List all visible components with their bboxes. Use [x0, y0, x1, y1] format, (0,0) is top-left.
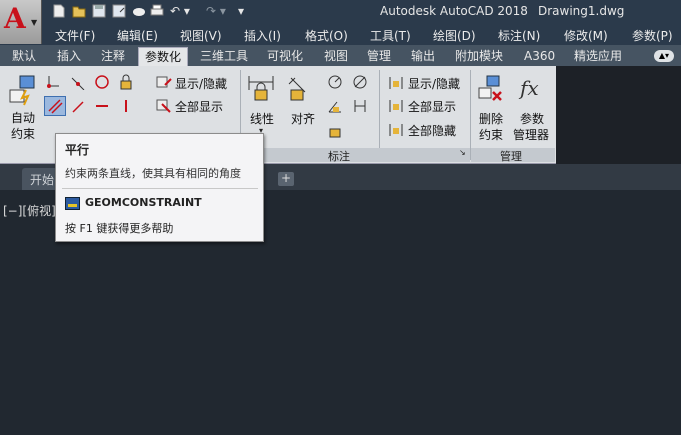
redo-icon[interactable]: ↷ ▾ — [206, 4, 226, 18]
dim-show-hide-icon[interactable] — [388, 75, 404, 91]
menu-edit[interactable]: 编辑(E) — [117, 27, 158, 44]
tab-3d-tools[interactable]: 三维工具 — [198, 47, 250, 66]
dim-show-all-icon[interactable] — [388, 98, 404, 114]
perpendicular-icon[interactable] — [70, 98, 86, 114]
document-title: Drawing1.dwg — [538, 4, 625, 18]
tab-visualize[interactable]: 可视化 — [265, 47, 305, 66]
menu-draw[interactable]: 绘图(D) — [433, 27, 476, 44]
save-as-icon[interactable] — [112, 4, 126, 18]
tab-default[interactable]: 默认 — [10, 47, 38, 66]
manage-panel-title: 管理 — [500, 150, 522, 163]
delete-constraints-label[interactable]: 删除 — [479, 110, 503, 127]
dimension-panel-title: 标注 — [328, 150, 350, 163]
tab-view[interactable]: 视图 — [322, 47, 350, 66]
show-hide-label[interactable]: 显示/隐藏 — [175, 75, 227, 92]
horizontal-icon[interactable] — [94, 98, 110, 114]
show-all-label[interactable]: 全部显示 — [175, 98, 223, 115]
tab-a360[interactable]: A360 — [522, 47, 557, 66]
menu-modify[interactable]: 修改(M) — [564, 27, 608, 44]
command-icon — [65, 197, 80, 210]
dim-hide-all-label[interactable]: 全部隐藏 — [408, 122, 456, 139]
menu-format[interactable]: 格式(O) — [305, 27, 348, 44]
tab-manage[interactable]: 管理 — [365, 47, 393, 66]
vertical-icon[interactable] — [118, 98, 134, 114]
radius-icon[interactable] — [327, 74, 343, 90]
tooltip-title: 平行 — [65, 143, 90, 157]
tooltip-description: 约束两条直线，使其具有相同的角度 — [65, 167, 241, 180]
menu-dimension[interactable]: 标注(N) — [498, 27, 540, 44]
parameters-manager-label[interactable]: 参数 — [520, 110, 544, 127]
collinear-icon[interactable] — [70, 74, 86, 90]
parallel-icon — [48, 99, 63, 114]
tab-output[interactable]: 输出 — [409, 47, 437, 66]
menu-tools[interactable]: 工具(T) — [370, 27, 411, 44]
app-title: Autodesk AutoCAD 2018 — [380, 4, 528, 18]
show-all-icon[interactable] — [156, 98, 172, 114]
ribbon-empty-area — [556, 66, 681, 164]
auto-constrain-label: 自动 — [11, 111, 36, 125]
menu-parametric[interactable]: 参数(P) — [632, 27, 673, 44]
open-folder-icon[interactable] — [72, 4, 86, 18]
dim-lock-icon[interactable] — [327, 122, 343, 138]
auto-constrain-icon[interactable] — [8, 74, 38, 106]
linear-label[interactable]: 线性 — [250, 110, 274, 127]
dimension-panel-title-bar — [240, 148, 470, 162]
new-tab-button[interactable]: + — [278, 172, 294, 186]
diameter-icon[interactable] — [352, 74, 368, 90]
dim-hide-all-icon[interactable] — [388, 122, 404, 138]
tab-featured-apps[interactable]: 精选应用 — [572, 47, 624, 66]
tooltip-divider — [62, 188, 258, 189]
menu-insert[interactable]: 插入(I) — [244, 27, 281, 44]
menu-file[interactable]: 文件(F) — [55, 27, 95, 44]
print-icon[interactable] — [150, 4, 164, 18]
linear-dimension-icon[interactable] — [246, 74, 276, 104]
angular-icon[interactable] — [327, 98, 343, 114]
ribbon-minimize-button[interactable]: ▲▾ — [654, 50, 674, 62]
show-hide-constraints-icon[interactable] — [156, 75, 172, 91]
parameters-manager-icon[interactable]: fx — [520, 76, 539, 100]
delete-constraints-icon[interactable] — [477, 74, 505, 104]
dim-show-all-label[interactable]: 全部显示 — [408, 98, 456, 115]
aligned-dimension-icon[interactable] — [287, 74, 317, 104]
tab-annotate[interactable]: 注释 — [99, 47, 127, 66]
fix-lock-icon[interactable] — [118, 74, 134, 90]
tab-parametric[interactable]: 参数化 — [138, 47, 189, 66]
customize-toolbar-icon[interactable]: ▾ — [238, 4, 244, 18]
cloud-icon[interactable] — [132, 4, 146, 18]
tab-insert[interactable]: 插入 — [55, 47, 83, 66]
tab-addins[interactable]: 附加模块 — [453, 47, 505, 66]
panel-separator — [470, 70, 471, 160]
auto-constrain-label-2: 约束 — [11, 127, 36, 141]
tooltip-help: 按 F1 键获得更多帮助 — [65, 222, 174, 235]
aligned-label[interactable]: 对齐 — [291, 110, 315, 127]
delete-constraints-label-2[interactable]: 约束 — [479, 126, 503, 143]
menu-view[interactable]: 视图(V) — [180, 27, 222, 44]
convert-icon[interactable] — [352, 98, 368, 114]
new-file-icon[interactable] — [52, 4, 66, 18]
parameters-manager-label-2[interactable]: 管理器 — [513, 126, 549, 143]
autocad-logo-icon: A — [4, 2, 26, 35]
undo-icon[interactable]: ↶ ▾ — [170, 4, 190, 18]
dialog-launcher-icon[interactable]: ↘ — [459, 148, 466, 157]
chevron-down-icon: ▼ — [31, 18, 38, 27]
save-icon[interactable] — [92, 4, 106, 18]
dim-show-hide-label[interactable]: 显示/隐藏 — [408, 75, 460, 92]
tooltip-command: GEOMCONSTRAINT — [85, 196, 202, 209]
coincident-icon[interactable] — [46, 74, 62, 90]
tooltip: 平行 约束两条直线，使其具有相同的角度 GEOMCONSTRAINT 按 F1 … — [55, 133, 264, 242]
application-menu-button[interactable]: A ▼ — [0, 0, 42, 44]
concentric-icon[interactable] — [94, 74, 110, 90]
panel-separator — [379, 70, 380, 160]
